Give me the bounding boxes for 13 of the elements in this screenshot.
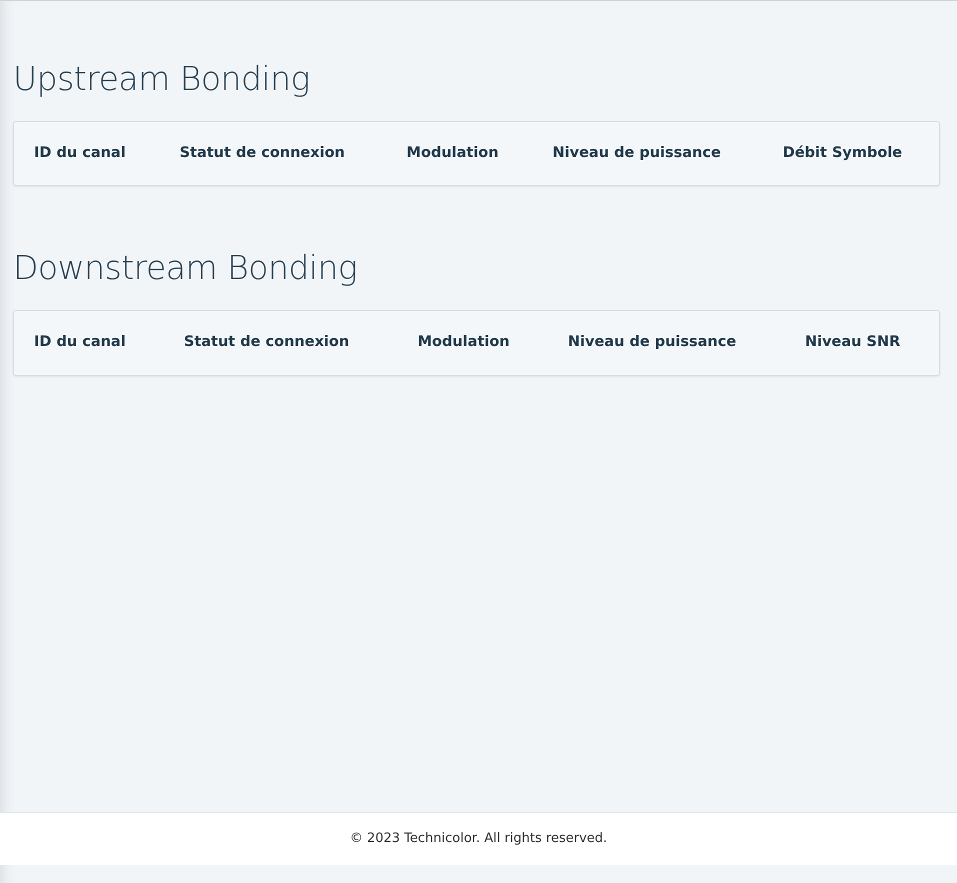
column-header: Modulation <box>406 144 500 163</box>
column-header: Statut de connexion <box>178 144 346 163</box>
column-header: ID du canal <box>33 144 127 163</box>
section-title: Downstream Bonding <box>13 248 358 288</box>
column-header: Débit Symbole <box>782 144 904 163</box>
column-header: Statut de connexion <box>182 332 350 352</box>
column-header: Niveau de puissance <box>566 332 738 352</box>
column-header: ID du canal <box>33 332 127 352</box>
copyright-text: © 2023 Technicolor. All rights reserved. <box>350 830 608 848</box>
column-header: Niveau de puissance <box>552 144 722 163</box>
column-header: Niveau SNR <box>804 332 902 352</box>
section-title: Upstream Bonding <box>13 59 311 99</box>
column-header: Modulation <box>416 332 511 352</box>
